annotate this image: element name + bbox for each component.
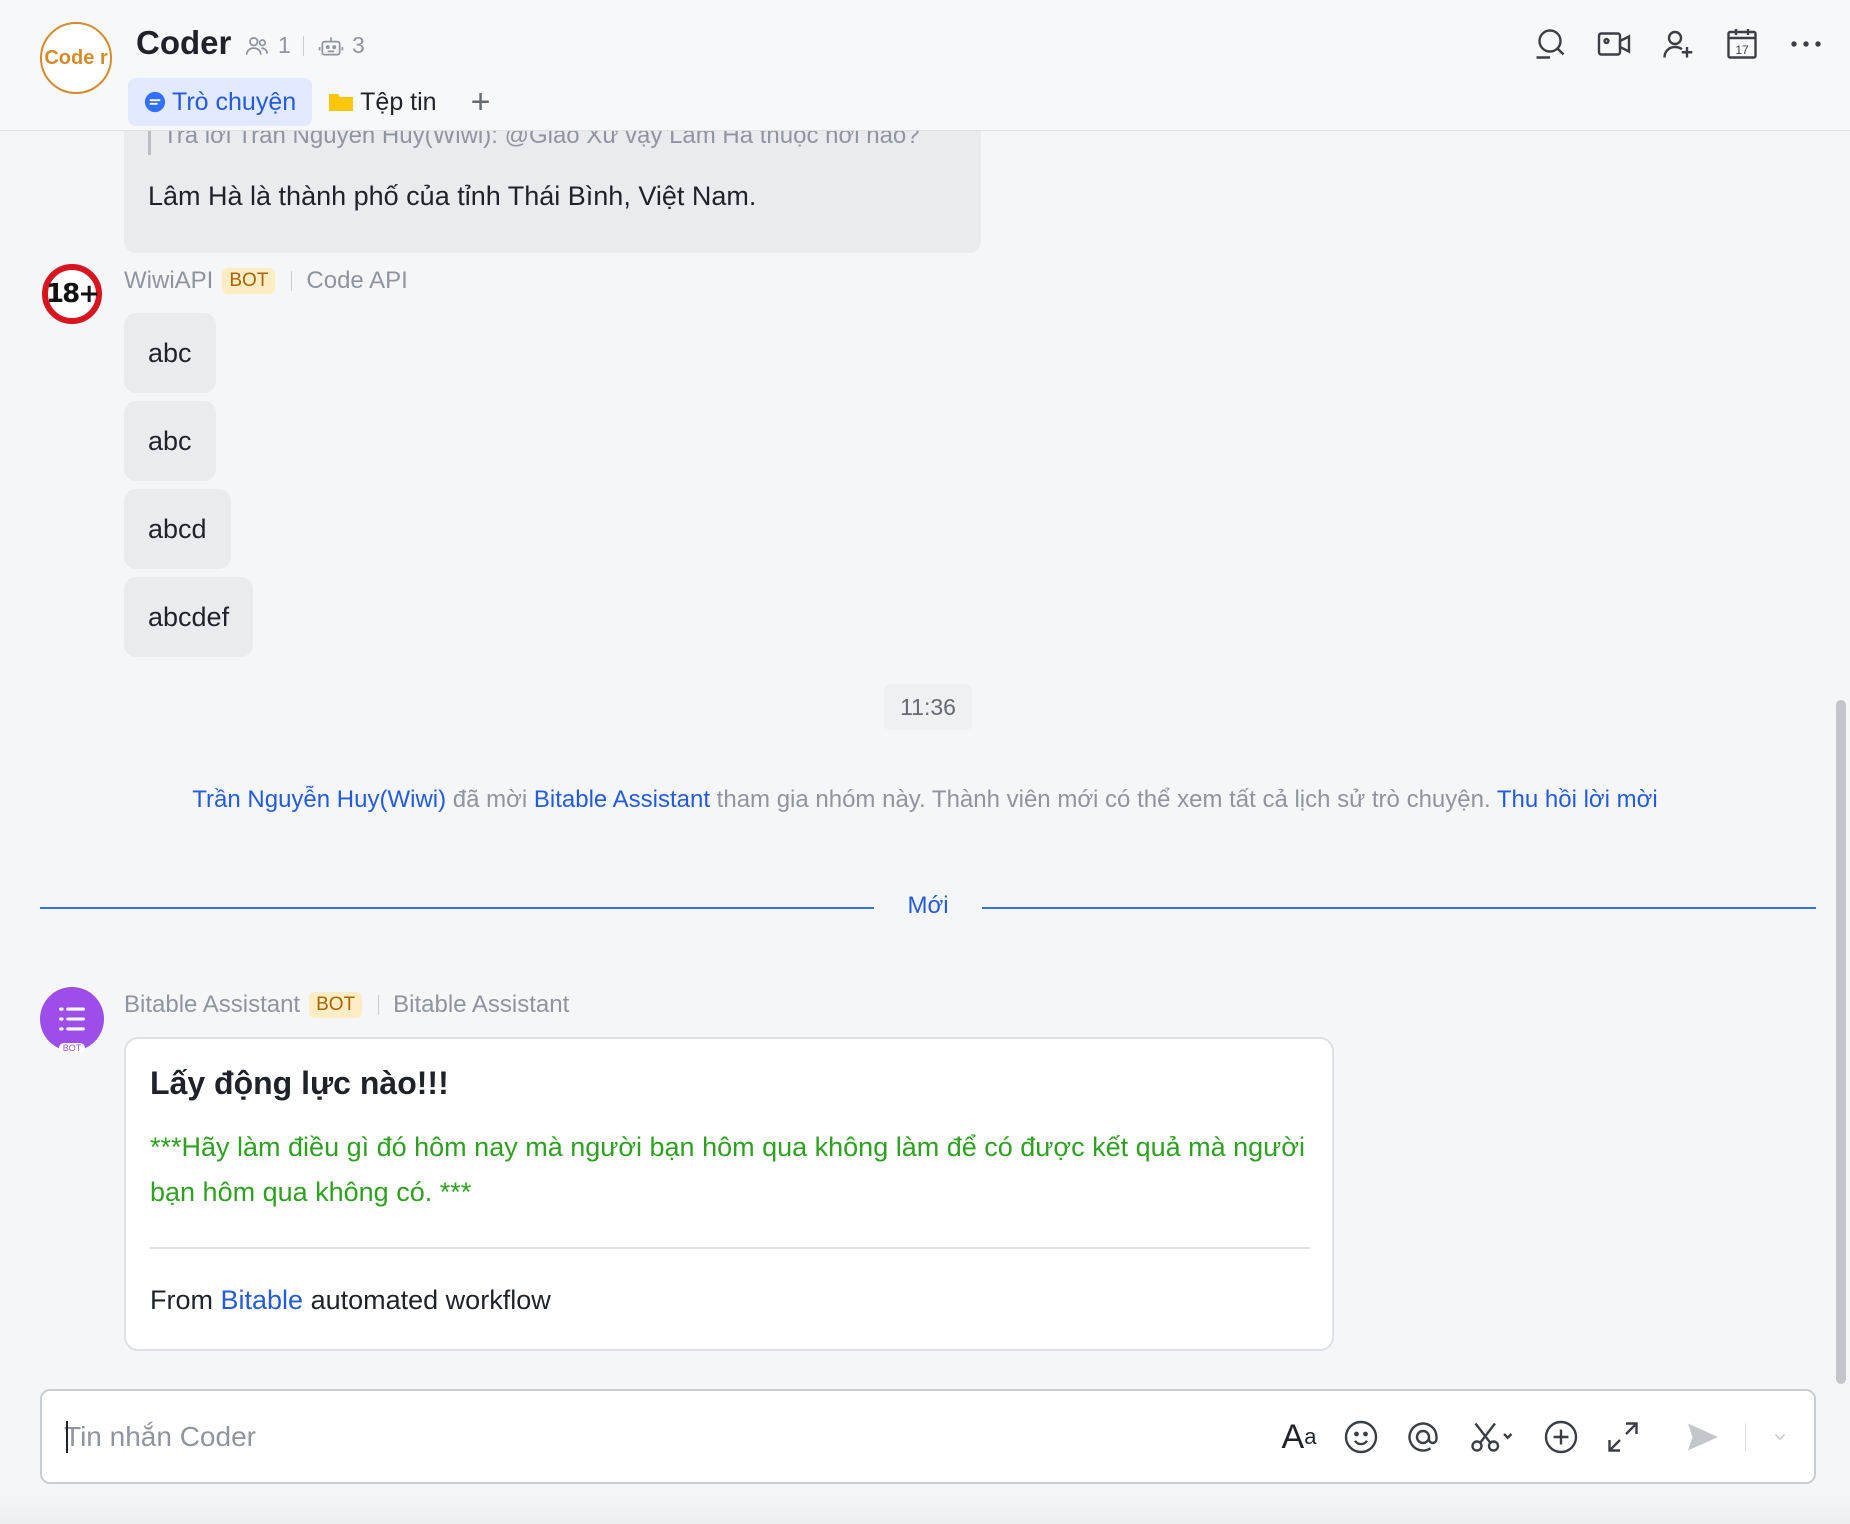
new-messages-label: Mới: [884, 883, 972, 929]
header-actions: 17: [1530, 24, 1826, 64]
chat-header: Code r Coder 1 3 Trò chuyện Tệp tin + 17: [0, 0, 1850, 131]
add-circle-icon[interactable]: [1541, 1415, 1581, 1459]
card-title: Lấy động lực nào!!!: [150, 1065, 449, 1101]
message-bubble[interactable]: abcd: [124, 489, 231, 569]
wiwi-sender-line: WiwiAPI BOT Code API: [124, 267, 408, 295]
send-separator: [1745, 1423, 1746, 1451]
message-text: Lâm Hà là thành phố của tỉnh Thái Bình, …: [148, 181, 757, 211]
video-call-icon[interactable]: [1594, 24, 1634, 64]
message-input[interactable]: [64, 1411, 1264, 1463]
message-bubble[interactable]: abcdef: [124, 577, 254, 657]
robot-icon: [318, 36, 344, 56]
meta-separator: [303, 36, 304, 56]
group-avatar[interactable]: Code r: [40, 22, 112, 94]
mention-icon[interactable]: [1403, 1415, 1443, 1459]
message-scrollbar[interactable]: [1836, 700, 1846, 1384]
bot-badge: BOT: [309, 992, 363, 1018]
message-bubble[interactable]: abc: [124, 313, 216, 393]
reply-message-bubble[interactable]: Trả lời Trần Nguyễn Huy(Wiwi): @Giáo Xứ …: [124, 131, 981, 253]
members-icon: [245, 36, 269, 55]
add-member-icon[interactable]: [1658, 24, 1698, 64]
card-body: ***Hãy làm điều gì đó hôm nay mà người b…: [150, 1132, 1305, 1207]
bot-badge: BOT: [222, 268, 276, 294]
emoji-icon[interactable]: [1341, 1415, 1381, 1459]
wiwi-avatar[interactable]: 18+: [42, 264, 102, 324]
sender-separator: [378, 995, 380, 1015]
message-card[interactable]: Lấy động lực nào!!! ***Hãy làm điều gì đ…: [124, 1037, 1334, 1351]
card-divider: [150, 1247, 1310, 1249]
folder-icon: [329, 94, 354, 111]
sender-source: Bitable Assistant: [393, 991, 570, 1018]
sender-separator: [291, 271, 293, 291]
chat-bubble-icon: [144, 91, 166, 113]
text-caret: [66, 1421, 68, 1453]
bitable-link[interactable]: Bitable: [221, 1285, 304, 1315]
svg-text:17: 17: [1735, 43, 1749, 57]
sender-name[interactable]: WiwiAPI: [124, 267, 213, 295]
list-icon: [59, 1007, 85, 1031]
system-message: Trần Nguyễn Huy(Wiwi) đã mời Bitable Ass…: [192, 786, 1658, 813]
sender-name[interactable]: Bitable Assistant: [124, 991, 300, 1019]
scissors-icon[interactable]: [1465, 1415, 1519, 1459]
chat-tabs: Trò chuyện Tệp tin +: [128, 78, 490, 126]
reply-quote: Trả lời Trần Nguyễn Huy(Wiwi): @Giáo Xứ …: [148, 131, 920, 155]
card-footer: From Bitable automated workflow: [150, 1285, 551, 1315]
bots-count[interactable]: 3: [318, 32, 365, 59]
revoke-invite-link[interactable]: Thu hồi lời mời: [1497, 786, 1658, 813]
window-bottom-edge: [0, 1494, 1850, 1524]
message-list[interactable]: Trả lời Trần Nguyễn Huy(Wiwi): @Giáo Xứ …: [0, 131, 1850, 1381]
message-bubble[interactable]: abc: [124, 401, 216, 481]
search-icon[interactable]: [1530, 24, 1570, 64]
more-icon[interactable]: [1786, 24, 1826, 64]
chat-title[interactable]: Coder: [136, 24, 231, 62]
composer-actions: Aa: [1279, 1415, 1792, 1459]
inviter-link[interactable]: Trần Nguyễn Huy(Wiwi): [192, 786, 446, 813]
add-tab-button[interactable]: +: [471, 85, 491, 119]
send-options-chevron-icon[interactable]: [1768, 1415, 1792, 1459]
invitee-link[interactable]: Bitable Assistant: [534, 786, 710, 813]
message-composer: Aa: [40, 1389, 1816, 1484]
bitable-sender-line: Bitable Assistant BOT Bitable Assistant: [124, 991, 569, 1019]
send-icon[interactable]: [1683, 1415, 1723, 1459]
calendar-icon[interactable]: 17: [1722, 24, 1762, 64]
tab-chat[interactable]: Trò chuyện: [128, 78, 313, 126]
text-format-icon[interactable]: Aa: [1279, 1415, 1319, 1459]
new-messages-line-right: [982, 907, 1816, 909]
avatar-bot-badge: BOT: [58, 1043, 86, 1053]
tab-files[interactable]: Tệp tin: [312, 78, 452, 126]
timestamp: 11:36: [884, 684, 972, 730]
sender-source: Code API: [306, 267, 408, 294]
members-count[interactable]: 1: [244, 32, 291, 59]
new-messages-line-left: [40, 907, 874, 909]
bitable-assistant-avatar[interactable]: BOT: [40, 987, 104, 1053]
expand-icon[interactable]: [1603, 1415, 1643, 1459]
